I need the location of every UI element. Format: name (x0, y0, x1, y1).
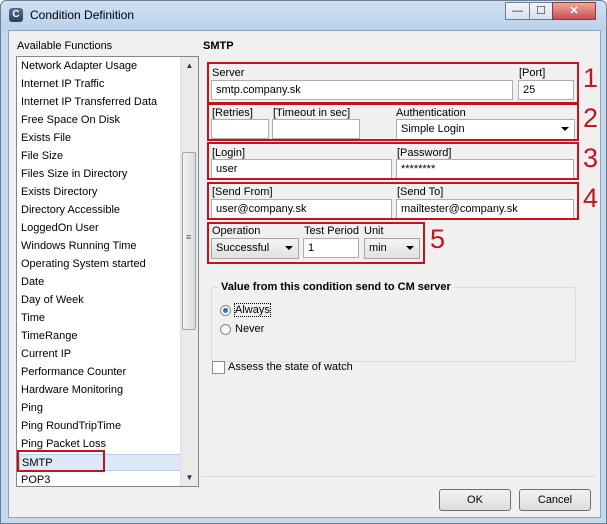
annotation-5: 5 (430, 224, 446, 254)
scroll-down-icon[interactable]: ▼ (181, 469, 198, 486)
always-radio[interactable] (220, 305, 231, 316)
function-list-item[interactable]: Files Size in Directory (21, 166, 181, 183)
annotation-2: 2 (583, 103, 599, 133)
scroll-thumb[interactable]: ≡ (182, 152, 196, 330)
function-list-item[interactable]: Free Space On Disk (21, 112, 181, 129)
dialog-client-area: Available Functions Network Adapter Usag… (8, 30, 601, 518)
function-list-item[interactable]: Date (21, 274, 181, 291)
function-list-item[interactable]: Ping RoundTripTime (21, 418, 181, 435)
function-list-item[interactable]: Current IP (21, 346, 181, 363)
function-list-item[interactable]: Network Adapter Usage (21, 58, 181, 75)
window-title: Condition Definition (30, 8, 135, 22)
maximize-button[interactable]: ☐ (529, 2, 553, 20)
available-functions-label: Available Functions (17, 40, 113, 52)
function-list-item[interactable]: Internet IP Traffic (21, 76, 181, 93)
highlight-box-4 (207, 182, 579, 220)
function-list-item[interactable]: Time (21, 310, 181, 327)
list-scrollbar[interactable]: ▲ ≡ ▼ (180, 57, 198, 486)
highlight-box-5 (207, 222, 425, 264)
function-list-item[interactable]: Internet IP Transferred Data (21, 94, 181, 111)
ok-button[interactable]: OK (439, 489, 511, 511)
never-label[interactable]: Never (235, 323, 264, 335)
send-value-group (211, 287, 576, 362)
function-list-item[interactable]: Directory Accessible (21, 202, 181, 219)
function-list-item[interactable]: Performance Counter (21, 364, 181, 381)
always-label[interactable]: Always (234, 303, 271, 317)
highlight-box-2 (207, 103, 579, 141)
annotation-4: 4 (583, 183, 599, 213)
cancel-button[interactable]: Cancel (519, 489, 591, 511)
smtp-highlight-box (17, 450, 105, 472)
functions-list[interactable]: Network Adapter Usage Internet IP Traffic… (16, 56, 199, 487)
function-list-item[interactable]: Ping (21, 400, 181, 417)
button-separator (202, 476, 596, 477)
never-radio[interactable] (220, 324, 231, 335)
function-list-item[interactable]: TimeRange (21, 328, 181, 345)
function-list-item[interactable]: Day of Week (21, 292, 181, 309)
app-icon: C (9, 8, 23, 22)
title-bar[interactable]: C Condition Definition — ☐ ✕ (1, 1, 606, 29)
condition-definition-window: C Condition Definition — ☐ ✕ Available F… (0, 0, 607, 524)
close-button[interactable]: ✕ (552, 2, 596, 20)
function-list-item[interactable]: LoggedOn User (21, 220, 181, 237)
function-list-item[interactable]: File Size (21, 148, 181, 165)
annotation-3: 3 (583, 143, 599, 173)
assess-checkbox[interactable] (212, 361, 225, 374)
function-list-item[interactable]: Exists File (21, 130, 181, 147)
section-title: SMTP (203, 40, 234, 52)
function-list-item[interactable]: POP3 (21, 472, 181, 486)
annotation-1: 1 (583, 63, 599, 93)
scroll-up-icon[interactable]: ▲ (181, 57, 198, 74)
minimize-button[interactable]: — (505, 2, 530, 20)
highlight-box-1 (207, 62, 579, 104)
send-value-group-title: Value from this condition send to CM ser… (218, 281, 454, 293)
function-list-item[interactable]: Operating System started (21, 256, 181, 273)
assess-label[interactable]: Assess the state of watch (228, 361, 353, 373)
function-list-item[interactable]: Hardware Monitoring (21, 382, 181, 399)
grip-icon: ≡ (186, 232, 192, 242)
function-list-item[interactable]: Windows Running Time (21, 238, 181, 255)
function-list-item[interactable]: Exists Directory (21, 184, 181, 201)
highlight-box-3 (207, 142, 579, 180)
